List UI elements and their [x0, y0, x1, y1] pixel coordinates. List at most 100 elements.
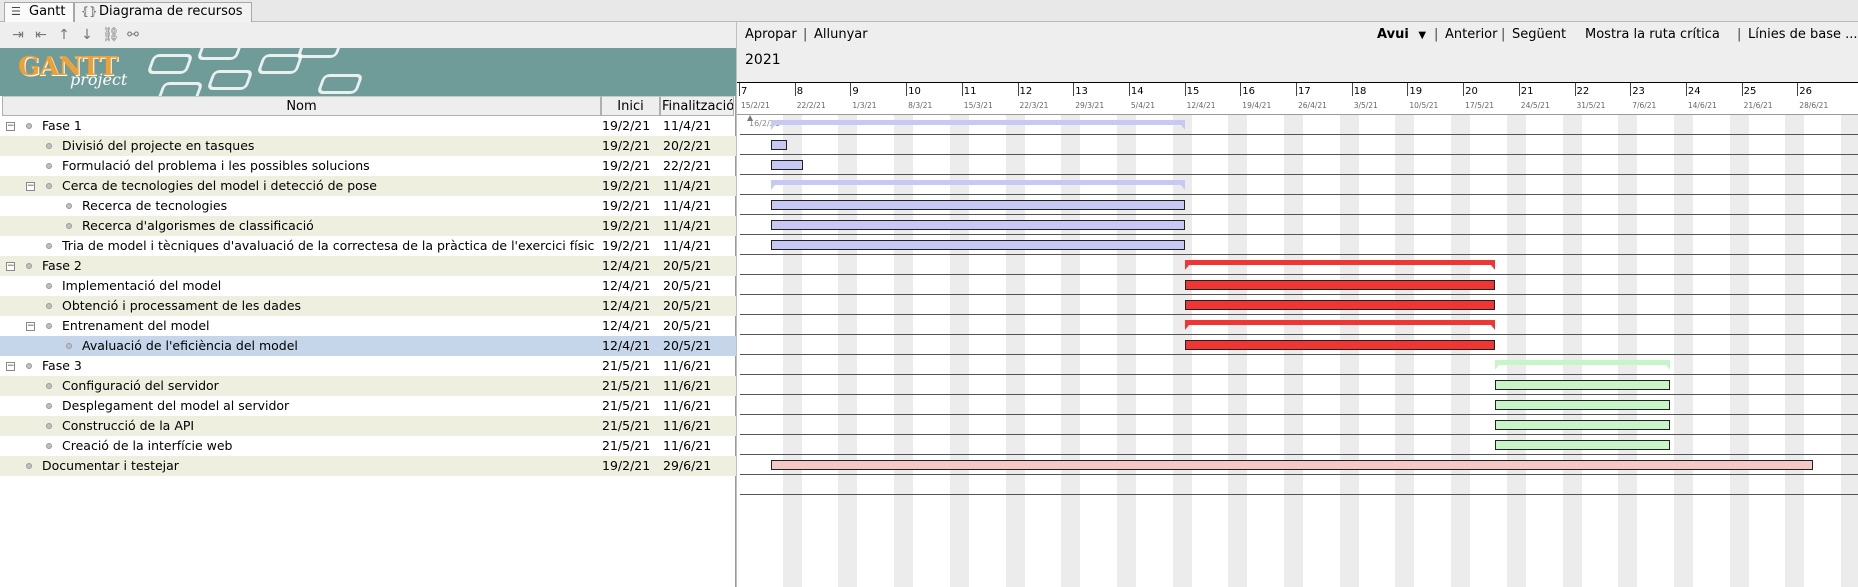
task-bullet-icon: [46, 303, 52, 309]
unlink-icon[interactable]: ⚯: [125, 27, 141, 43]
task-end: 11/6/21: [663, 438, 712, 453]
task-row[interactable]: Creació de la interfície web 21/5/21 11/6/…: [0, 436, 736, 456]
task-end: 11/4/21: [663, 118, 712, 133]
task-bar[interactable]: [770, 240, 1185, 250]
task-bar[interactable]: [770, 220, 1185, 230]
week-tick: [906, 83, 908, 96]
summary-bar[interactable]: [1494, 360, 1671, 370]
row-gridline: [740, 234, 1858, 235]
gantt-chart-area[interactable]: 16/2/21 ▲: [737, 115, 1858, 587]
collapse-icon[interactable]: −: [6, 362, 15, 371]
task-row[interactable]: Configuració del servidor 21/5/21 11/6/21: [0, 376, 736, 396]
week-date: 17/5/21: [1465, 101, 1495, 110]
summary-bar[interactable]: [770, 180, 1185, 190]
task-bar[interactable]: [770, 460, 1814, 470]
link-icon[interactable]: ⛓: [102, 27, 120, 43]
task-row[interactable]: − Fase 3 21/5/21 11/6/21: [0, 356, 736, 376]
week-date: 24/5/21: [1520, 101, 1550, 110]
move-up-icon[interactable]: ↑: [56, 27, 72, 43]
task-row[interactable]: Avaluació de l'eficiència del model 12/4/…: [0, 336, 736, 356]
task-bullet-icon: [46, 143, 52, 149]
task-name: Desplegament del model al servidor: [62, 398, 290, 413]
task-bar[interactable]: [770, 200, 1185, 210]
zoom-in-link[interactable]: Apropar: [745, 27, 797, 42]
tab-resources[interactable]: ⦃⦄ Diagrama de recursos: [74, 2, 252, 22]
collapse-icon[interactable]: −: [26, 182, 35, 191]
column-header-start[interactable]: Inici: [601, 96, 660, 116]
task-row[interactable]: Construcció de la API 21/5/21 11/6/21: [0, 416, 736, 436]
task-row[interactable]: Obtenció i processament de les dades 12/4…: [0, 296, 736, 316]
collapse-icon[interactable]: −: [26, 322, 35, 331]
task-row[interactable]: Divisió del projecte en tasques 19/2/21 20…: [0, 136, 736, 156]
summary-bar[interactable]: [770, 120, 1185, 130]
task-row[interactable]: Desplegament del model al servidor 21/5/2…: [0, 396, 736, 416]
task-bar[interactable]: [770, 140, 787, 150]
task-bar[interactable]: [1494, 420, 1670, 430]
weekend-stripe: [1228, 115, 1248, 587]
task-start: 21/5/21: [602, 398, 651, 413]
task-row[interactable]: Tria de model i tècniques d'avaluació de…: [0, 236, 736, 256]
weekend-stripe: [1785, 115, 1805, 587]
task-end: 20/2/21: [663, 138, 712, 153]
next-link[interactable]: Següent: [1512, 27, 1566, 42]
task-name: Fase 3: [42, 358, 82, 373]
week-number: 9: [852, 86, 859, 97]
week-tick: [1630, 83, 1632, 96]
chart-toolbar: Apropar | Allunyar Avui ▼ | Anterior | S…: [737, 22, 1858, 82]
week-date: 21/6/21: [1743, 101, 1773, 110]
column-header-end[interactable]: Finalització: [660, 96, 734, 116]
row-gridline: [740, 454, 1858, 455]
task-bar[interactable]: [1494, 400, 1670, 410]
collapse-icon[interactable]: −: [6, 262, 15, 271]
week-number: 8: [796, 86, 804, 97]
task-row[interactable]: − Cerca de tecnologies del model i detecc…: [0, 176, 736, 196]
task-row[interactable]: Formulació del problema i les possibles …: [0, 156, 736, 176]
row-gridline: [740, 354, 1858, 355]
task-row[interactable]: Recerca d'algorismes de classificació 19/…: [0, 216, 736, 236]
week-date: 22/2/21: [796, 101, 826, 110]
collapse-icon[interactable]: −: [6, 122, 15, 131]
task-row[interactable]: − Fase 1 19/2/21 11/4/21: [0, 116, 736, 136]
column-header-name[interactable]: Nom: [2, 96, 601, 116]
move-down-icon[interactable]: ↓: [79, 27, 95, 43]
week-date: 12/4/21: [1186, 101, 1216, 110]
task-row[interactable]: Implementació del model 12/4/21 20/5/21: [0, 276, 736, 296]
row-gridline: [740, 394, 1858, 395]
week-date: 29/3/21: [1075, 101, 1105, 110]
weekend-stripe: [1506, 115, 1526, 587]
task-bar[interactable]: [1494, 440, 1670, 450]
week-number: 13: [1075, 86, 1088, 97]
task-end: 20/5/21: [663, 258, 712, 273]
tab-resources-label: Diagrama de recursos: [99, 4, 243, 19]
today-dropdown[interactable]: Avui ▼: [1377, 27, 1426, 42]
week-number: 17: [1298, 86, 1311, 97]
task-name: Implementació del model: [62, 278, 222, 293]
task-row[interactable]: − Fase 2 12/4/21 20/5/21: [0, 256, 736, 276]
baselines-link[interactable]: Línies de base ...: [1748, 27, 1858, 42]
summary-bar[interactable]: [1184, 320, 1496, 330]
task-row[interactable]: − Entrenament del model 12/4/21 20/5/21: [0, 316, 736, 336]
toolbar-separator: |: [1737, 27, 1742, 42]
weekend-stripe: [1284, 115, 1304, 587]
previous-link[interactable]: Anterior: [1445, 27, 1497, 42]
summary-bar[interactable]: [1184, 260, 1496, 270]
task-row[interactable]: Documentar i testejar 19/2/21 29/6/21: [0, 456, 736, 476]
task-bar[interactable]: [770, 160, 803, 170]
task-bullet-icon: [46, 183, 52, 189]
indent-icon[interactable]: ⇥: [10, 27, 26, 43]
task-bar[interactable]: [1184, 280, 1495, 290]
task-bullet-icon: [46, 243, 52, 249]
task-bar[interactable]: [1184, 300, 1495, 310]
task-start: 21/5/21: [602, 358, 651, 373]
tab-gantt[interactable]: ☰ Gantt: [4, 2, 75, 22]
task-row[interactable]: Recerca de tecnologies 19/2/21 11/4/21: [0, 196, 736, 216]
zoom-out-link[interactable]: Allunyar: [814, 27, 868, 42]
outdent-icon[interactable]: ⇤: [33, 27, 49, 43]
task-bar[interactable]: [1494, 380, 1670, 390]
week-tick: [1240, 83, 1242, 96]
row-gridline: [740, 194, 1858, 195]
task-bar[interactable]: [1184, 340, 1495, 350]
week-date: 3/5/21: [1353, 101, 1378, 110]
critical-path-link[interactable]: Mostra la ruta crítica: [1585, 27, 1720, 42]
ganttproject-logo-sub: project: [70, 70, 128, 89]
